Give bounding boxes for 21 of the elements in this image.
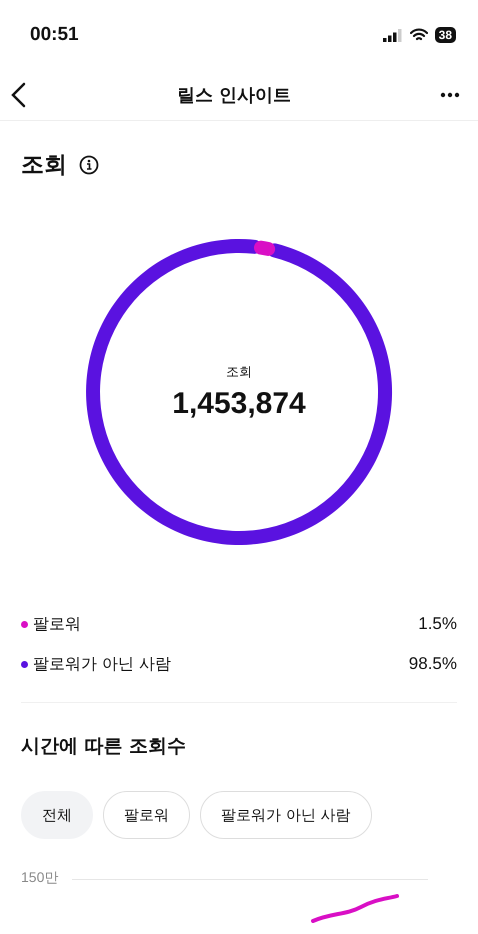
- page-title: 릴스 인사이트: [176, 84, 292, 107]
- axis-label: 150만: [21, 869, 58, 887]
- chart-label: 조회: [226, 364, 252, 381]
- section-title: 시간에 따른 조회수: [21, 734, 188, 759]
- legend-label: 팔로워가 아닌 사람: [33, 654, 172, 674]
- total-views: 1,453,874: [172, 387, 306, 421]
- legend-value: 1.5%: [418, 614, 457, 634]
- signal-icon: [382, 28, 403, 42]
- info-icon[interactable]: [79, 154, 99, 174]
- filter-chip[interactable]: 팔로워: [103, 791, 190, 839]
- status-time: 00:51: [30, 24, 79, 46]
- battery-level: 38: [434, 27, 456, 43]
- wifi-icon: [410, 28, 428, 42]
- legend-label: 팔로워: [33, 614, 81, 634]
- small-donut-slice: [254, 240, 276, 256]
- section-title: 조회: [21, 151, 67, 180]
- back-icon[interactable]: [10, 82, 28, 108]
- filter-chip[interactable]: 팔로워가 아닌 사람: [200, 791, 372, 839]
- more-icon[interactable]: [440, 92, 460, 98]
- legend-value: 98.5%: [408, 654, 457, 674]
- filter-chip[interactable]: 전체: [21, 791, 93, 839]
